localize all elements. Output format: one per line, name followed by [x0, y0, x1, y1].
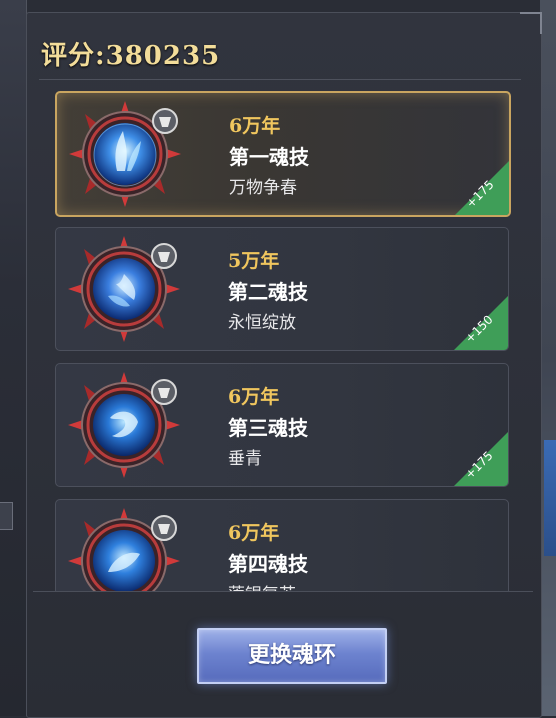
left-edge-tab[interactable] [0, 502, 13, 530]
skill-name: 第一魂技 [229, 145, 309, 169]
left-background [0, 0, 27, 716]
skill-card-4[interactable]: 6万年 第四魂技 莲银复苏 [55, 499, 509, 591]
score-label: 评分: [41, 41, 106, 71]
skill-card-1[interactable]: 6万年 第一魂技 万物争春 +175 [55, 91, 511, 217]
skill-desc: 莲银复苏 [228, 580, 296, 591]
soul-ring-icon [68, 372, 180, 478]
skill-list[interactable]: 6万年 第一魂技 万物争春 +175 5万年 第二魂技 永恒绽放 +150 6万… [55, 91, 511, 591]
score-display: 评分:380235 [41, 35, 220, 72]
score-divider [39, 79, 521, 80]
soul-ring-panel: 评分:380235 6万年 第一魂技 万物争春 +175 5万年 第二魂技 永恒… [26, 12, 542, 718]
change-soul-ring-button[interactable]: 更换魂环 [197, 628, 387, 684]
score-value: 380235 [105, 41, 221, 71]
skill-card-3[interactable]: 6万年 第三魂技 垂青 +175 [55, 363, 509, 487]
skill-name: 第四魂技 [228, 552, 308, 576]
right-background [540, 0, 556, 716]
list-divider [33, 591, 533, 592]
skill-years: 6万年 [228, 386, 280, 408]
skill-years: 5万年 [228, 250, 280, 272]
skill-name: 第三魂技 [228, 416, 308, 440]
soul-ring-icon [68, 508, 180, 591]
right-blue-strip [544, 440, 556, 556]
panel-corner-decoration [520, 12, 542, 34]
soul-ring-icon [68, 236, 180, 342]
soul-ring-icon [69, 101, 181, 207]
skill-name: 第二魂技 [228, 280, 308, 304]
skill-desc: 永恒绽放 [228, 313, 296, 333]
skill-desc: 万物争春 [229, 178, 297, 198]
skill-years: 6万年 [228, 522, 280, 544]
skill-card-2[interactable]: 5万年 第二魂技 永恒绽放 +150 [55, 227, 509, 351]
skill-desc: 垂青 [228, 449, 262, 469]
skill-years: 6万年 [229, 115, 281, 137]
